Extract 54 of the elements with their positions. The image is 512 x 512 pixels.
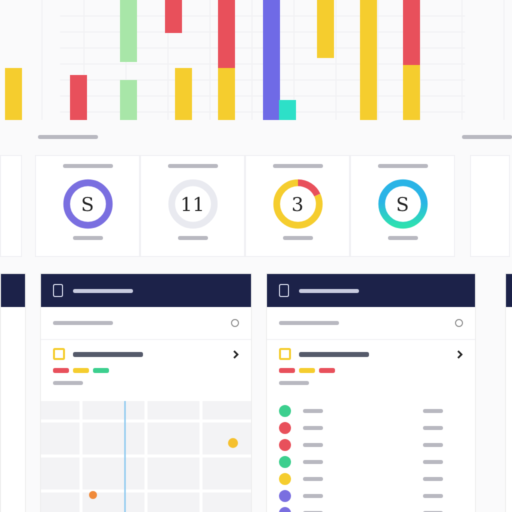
donut-value: S bbox=[80, 194, 94, 216]
illegible-text bbox=[279, 321, 339, 325]
clock-icon bbox=[231, 319, 239, 327]
illegible-text bbox=[303, 426, 323, 430]
illegible-text bbox=[53, 321, 113, 325]
chevron-icon[interactable] bbox=[457, 350, 463, 358]
illegible-text bbox=[62, 164, 112, 168]
chart-bar bbox=[70, 75, 87, 120]
illegible-text bbox=[73, 352, 143, 356]
illegible-text bbox=[168, 164, 218, 168]
illegible-text bbox=[423, 494, 443, 498]
document-icon bbox=[53, 284, 63, 297]
illegible-text bbox=[303, 443, 323, 447]
chart-bar bbox=[120, 0, 137, 62]
illegible-text bbox=[282, 236, 312, 240]
illegible-text bbox=[423, 460, 443, 464]
chart-bar bbox=[120, 80, 137, 120]
illegible-text bbox=[423, 426, 443, 430]
illegible-text bbox=[72, 236, 102, 240]
square-icon bbox=[279, 348, 291, 360]
chevron-icon[interactable] bbox=[233, 350, 239, 358]
illegible-text bbox=[53, 381, 83, 385]
chart-bar bbox=[218, 0, 235, 68]
illegible-text bbox=[38, 135, 98, 139]
panel-header bbox=[1, 274, 25, 307]
illegible-text bbox=[73, 288, 133, 292]
illegible-text bbox=[303, 477, 323, 481]
illegible-text bbox=[279, 381, 309, 385]
illegible-text bbox=[462, 135, 512, 139]
chart-bar bbox=[317, 0, 334, 58]
donut-value: 11 bbox=[180, 194, 205, 216]
chart-bar bbox=[175, 68, 192, 120]
illegible-text bbox=[178, 236, 208, 240]
illegible-text bbox=[423, 409, 443, 413]
illegible-text bbox=[423, 443, 443, 447]
clock-icon bbox=[455, 319, 463, 327]
illegible-text bbox=[303, 409, 323, 413]
chart-bar bbox=[165, 0, 182, 33]
chart-bar bbox=[5, 68, 22, 120]
illegible-text bbox=[272, 164, 322, 168]
chart-bar bbox=[218, 68, 235, 120]
illegible-text bbox=[299, 352, 369, 356]
donut-value: 3 bbox=[291, 194, 304, 216]
square-icon bbox=[53, 348, 65, 360]
chart-bar bbox=[403, 65, 420, 120]
illegible-text bbox=[378, 164, 428, 168]
document-icon bbox=[279, 284, 289, 297]
illegible-text bbox=[423, 477, 443, 481]
chart-bar bbox=[403, 0, 420, 65]
illegible-text bbox=[299, 288, 359, 292]
donut-value: S bbox=[396, 194, 410, 216]
illegible-text bbox=[303, 494, 323, 498]
illegible-text bbox=[303, 460, 323, 464]
illegible-text bbox=[388, 236, 418, 240]
